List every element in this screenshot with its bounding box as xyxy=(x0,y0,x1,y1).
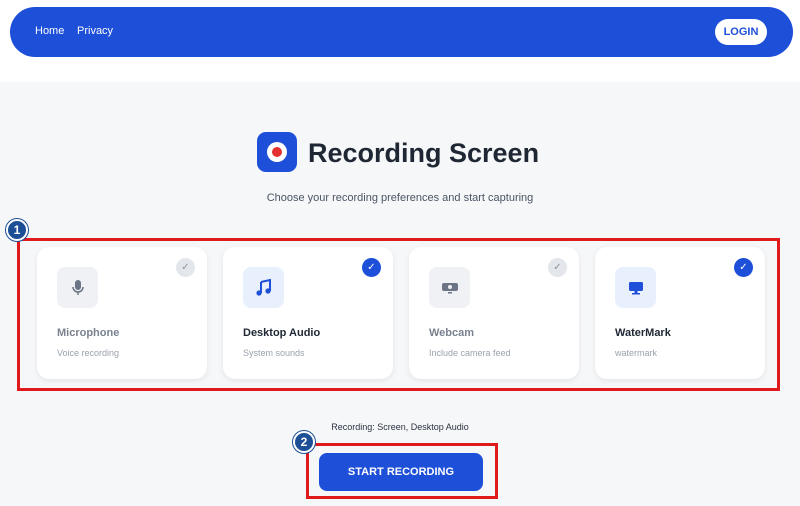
logo-dot xyxy=(272,147,282,157)
page-subtitle: Choose your recording preferences and st… xyxy=(266,192,534,204)
login-button[interactable]: LOGIN xyxy=(715,19,767,45)
navbar: Home Privacy LOGIN xyxy=(10,7,793,57)
nav-home-link[interactable]: Home xyxy=(35,25,64,37)
step-badge-1: 1 xyxy=(6,219,28,241)
record-logo-icon xyxy=(257,132,297,172)
highlight-box-options xyxy=(17,238,780,391)
logo-ring xyxy=(267,142,287,162)
page-title: Recording Screen xyxy=(308,138,540,168)
step-badge-2: 2 xyxy=(293,431,315,453)
recording-status: Recording: Screen, Desktop Audio xyxy=(331,422,469,432)
highlight-box-start xyxy=(306,443,498,499)
nav-privacy-link[interactable]: Privacy xyxy=(77,25,113,37)
